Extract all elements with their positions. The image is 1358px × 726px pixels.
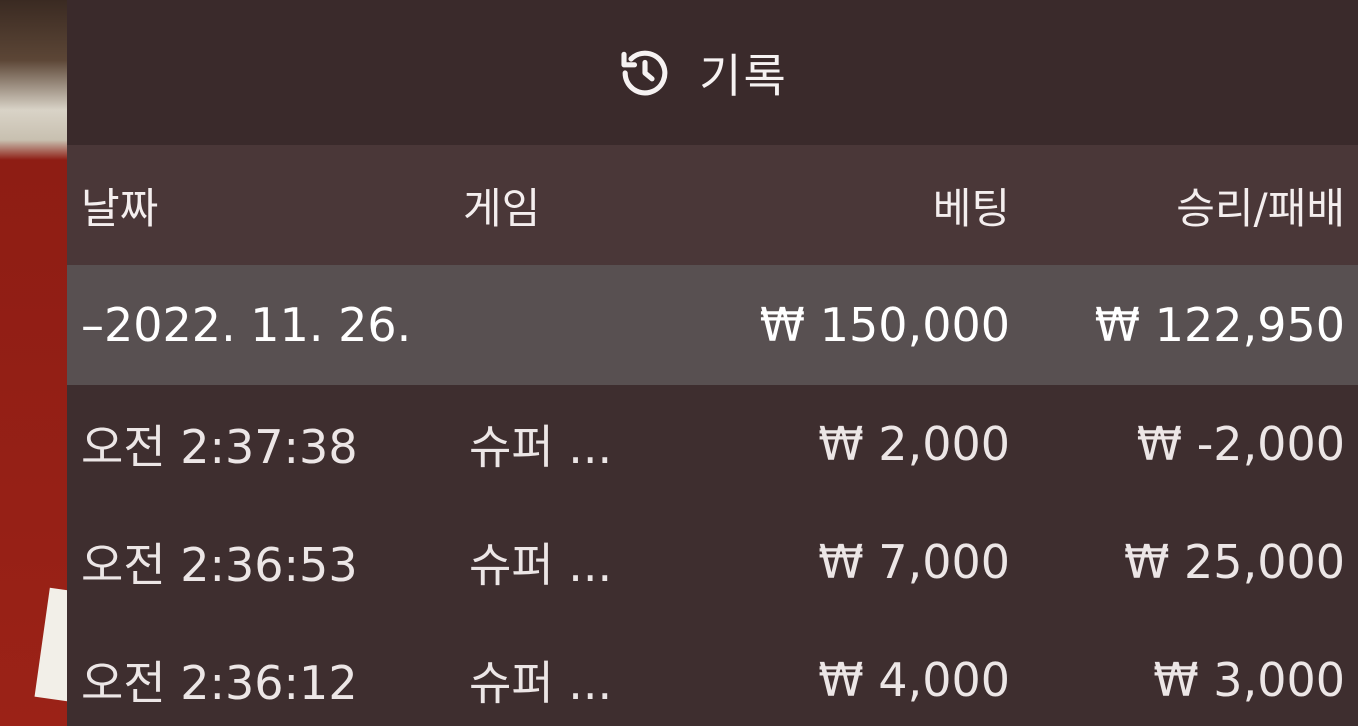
- date-summary-row[interactable]: –2022. 11. 26. ₩ 150,000 ₩ 122,950: [67, 265, 1358, 385]
- summary-date: –2022. 11. 26.: [81, 298, 412, 352]
- row-bet: ₩ 2,000: [818, 417, 1010, 471]
- history-row[interactable]: 오전 2:36:53 슈퍼 ... ₩ 7,000 ₩ 25,000: [67, 503, 1358, 621]
- history-panel: 기록 날짜 게임 베팅 승리/패배 –2022. 11. 26. ₩ 150,0…: [67, 0, 1358, 726]
- column-header-row: 날짜 게임 베팅 승리/패배: [67, 145, 1358, 265]
- row-result: ₩ -2,000: [1136, 417, 1345, 471]
- history-icon: [617, 45, 673, 101]
- row-result: ₩ 3,000: [1153, 653, 1345, 707]
- history-row[interactable]: 오전 2:37:38 슈퍼 ... ₩ 2,000 ₩ -2,000: [67, 385, 1358, 503]
- row-game: 슈퍼 ...: [469, 420, 613, 474]
- panel-title: 기록: [699, 48, 788, 103]
- game-screen: 기록 날짜 게임 베팅 승리/패배 –2022. 11. 26. ₩ 150,0…: [0, 0, 1358, 726]
- column-header-result: 승리/패배: [1176, 183, 1345, 233]
- row-game: 슈퍼 ...: [469, 656, 613, 710]
- row-game: 슈퍼 ...: [469, 538, 613, 592]
- column-header-bet: 베팅: [932, 183, 1010, 233]
- row-time: 오전 2:36:12: [81, 656, 358, 710]
- history-row[interactable]: 오전 2:36:12 슈퍼 ... ₩ 4,000 ₩ 3,000: [67, 621, 1358, 726]
- row-result: ₩ 25,000: [1123, 535, 1345, 589]
- column-header-game: 게임: [463, 183, 541, 233]
- history-header: 기록: [67, 0, 1358, 145]
- row-time: 오전 2:37:38: [81, 420, 358, 474]
- summary-result: ₩ 122,950: [1094, 298, 1345, 352]
- row-bet: ₩ 7,000: [818, 535, 1010, 589]
- row-time: 오전 2:36:53: [81, 538, 358, 592]
- row-bet: ₩ 4,000: [818, 653, 1010, 707]
- history-list: 오전 2:37:38 슈퍼 ... ₩ 2,000 ₩ -2,000 오전 2:…: [67, 385, 1358, 726]
- summary-bet: ₩ 150,000: [759, 298, 1010, 352]
- column-header-date: 날짜: [81, 183, 159, 233]
